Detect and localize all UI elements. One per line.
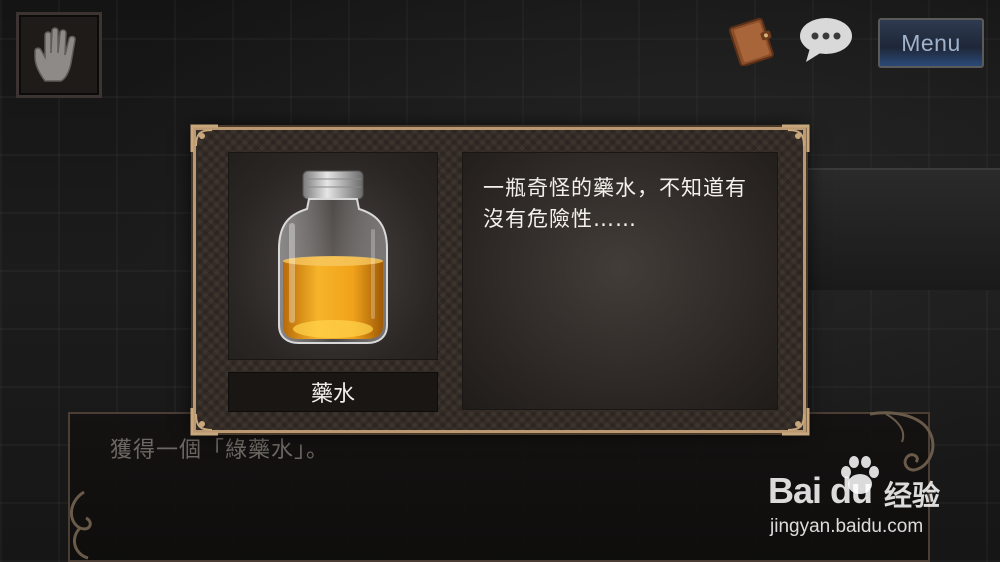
ornament-flourish-icon xyxy=(70,490,92,560)
menu-button[interactable]: Menu xyxy=(878,18,984,68)
watermark-url: jingyan.baidu.com xyxy=(770,516,924,537)
corner-ornament-icon xyxy=(190,408,218,436)
corner-ornament-icon xyxy=(190,124,218,152)
hand-button[interactable] xyxy=(16,12,102,98)
notebook-icon[interactable] xyxy=(726,16,778,66)
room-ledge xyxy=(780,168,1000,290)
item-name-label: 藥水 xyxy=(228,372,438,412)
item-description-text: 一瓶奇怪的藥水，不知道有沒有危險性…… xyxy=(483,176,747,231)
corner-ornament-icon xyxy=(782,408,810,436)
item-description-panel: 一瓶奇怪的藥水，不知道有沒有危險性…… xyxy=(462,152,778,410)
chat-bubble-icon[interactable] xyxy=(798,16,854,64)
potion-bottle-icon xyxy=(278,170,388,344)
item-image-panel xyxy=(228,152,438,360)
baidu-watermark: Bai du 经验 jingyan.baidu.com xyxy=(760,452,980,552)
hand-icon xyxy=(34,27,76,82)
watermark-logo-text: Bai du xyxy=(768,470,873,511)
corner-ornament-icon xyxy=(782,124,810,152)
watermark-cn-text: 经验 xyxy=(884,479,941,512)
